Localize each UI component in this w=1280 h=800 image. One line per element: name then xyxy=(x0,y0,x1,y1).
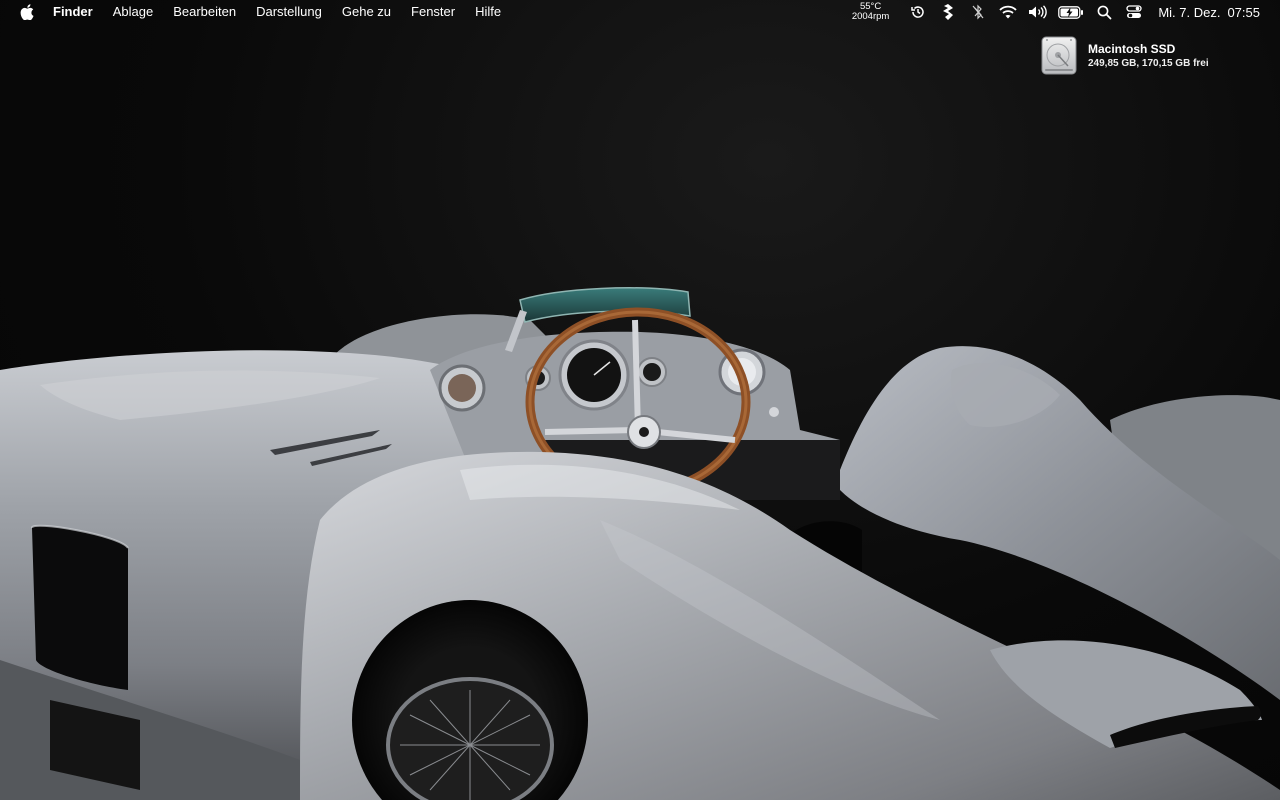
battery-charging-icon[interactable] xyxy=(1057,0,1085,24)
disk-label: Macintosh SSD 249,85 GB, 170,15 GB frei xyxy=(1088,36,1209,70)
menu-ablage[interactable]: Ablage xyxy=(103,0,163,24)
wallpaper xyxy=(0,287,1280,800)
sensor-widget[interactable]: 55°C 2004rpm xyxy=(852,0,890,24)
hard-drive-icon[interactable] xyxy=(1040,36,1078,76)
fan-speed-readout: 2004rpm xyxy=(851,11,890,22)
menu-app-name[interactable]: Finder xyxy=(53,0,103,24)
bluetooth-off-icon[interactable] xyxy=(967,0,989,24)
clock-date: Mi. 7. Dez. xyxy=(1158,4,1221,20)
menu-bar: Finder Ablage Bearbeiten Darstellung Geh… xyxy=(0,0,1280,24)
wifi-icon[interactable] xyxy=(997,0,1019,24)
desktop[interactable]: Finder Ablage Bearbeiten Darstellung Geh… xyxy=(0,0,1280,800)
menu-fenster[interactable]: Fenster xyxy=(401,0,465,24)
volume-icon[interactable] xyxy=(1027,0,1049,24)
menu-gehe-zu[interactable]: Gehe zu xyxy=(332,0,401,24)
menu-hilfe[interactable]: Hilfe xyxy=(465,0,511,24)
menu-darstellung[interactable]: Darstellung xyxy=(246,0,332,24)
disk-info: 249,85 GB, 170,15 GB frei xyxy=(1088,58,1209,69)
control-center-icon[interactable] xyxy=(1123,0,1145,24)
menu-bearbeiten[interactable]: Bearbeiten xyxy=(163,0,246,24)
script-icon[interactable] xyxy=(937,0,959,24)
desktop-disk-item[interactable]: Macintosh SSD 249,85 GB, 170,15 GB frei xyxy=(1040,36,1209,76)
time-machine-icon[interactable] xyxy=(907,0,929,24)
menu-clock[interactable]: Mi. 7. Dez. 07:55 xyxy=(1158,5,1260,20)
clock-time: 07:55 xyxy=(1227,4,1260,20)
apple-logo-icon[interactable] xyxy=(20,4,34,20)
spotlight-search-icon[interactable] xyxy=(1093,0,1115,24)
status-area: 55°C 2004rpm Mi. 7. Dez. 07:55 xyxy=(852,0,1280,24)
disk-name: Macintosh SSD xyxy=(1088,42,1176,56)
